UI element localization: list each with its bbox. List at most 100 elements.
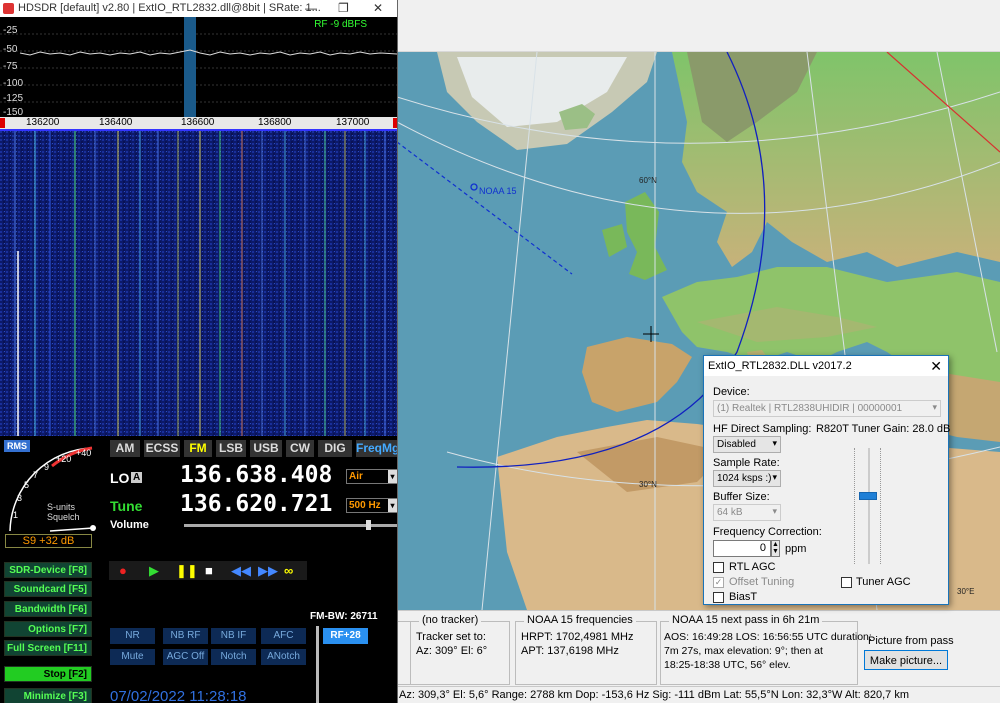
chevron-down-icon[interactable]: ▾ [388, 499, 397, 512]
chevron-down-icon[interactable]: ▾ [772, 472, 777, 483]
scroll-right-icon[interactable] [393, 118, 397, 128]
next-pass-line3: 18:25-18:38 UTC, 56° elev. [664, 659, 791, 671]
agc-button[interactable]: AGC Off [163, 649, 208, 665]
buffer-size-label: Buffer Size: [713, 491, 770, 503]
freq-manager-button[interactable]: FreqMgr [356, 440, 397, 457]
step-select[interactable]: 500 Hz ▾ [346, 498, 397, 513]
gain-ticks-right [880, 448, 881, 564]
chevron-down-icon[interactable]: ▾ [388, 470, 397, 483]
loop-icon[interactable]: ∞ [284, 563, 293, 578]
bandwidth-button[interactable]: Bandwidth [F6] [4, 601, 92, 617]
soundcard-button[interactable]: Soundcard [F5] [4, 581, 92, 597]
lo-frequency[interactable]: 136.638.408 [180, 462, 332, 488]
spectrum-level-label: -25 [3, 25, 18, 36]
play-icon[interactable]: ▶ [149, 563, 159, 579]
rtl-agc-checkbox[interactable] [713, 562, 724, 573]
full-screen-button[interactable]: Full Screen [F11] [4, 640, 92, 656]
mode-usb-button[interactable]: USB [250, 440, 282, 457]
make-picture-button[interactable]: Make picture... [864, 650, 948, 670]
nr-button[interactable]: NR [110, 628, 155, 644]
waterfall-display[interactable] [0, 131, 397, 436]
nb-rf-button[interactable]: NB RF [163, 628, 208, 644]
freq-tick-label: 136200 [26, 117, 60, 128]
biast-checkbox[interactable] [713, 592, 724, 603]
hdsdr-title: HDSDR [default] v2.80 | ExtIO_RTL2832.dl… [18, 2, 321, 14]
lo-label: LO [110, 470, 130, 486]
sdr-device-button[interactable]: SDR-Device [F8] [4, 562, 92, 578]
spectrum-trace [0, 17, 397, 117]
offset-tuning-checkbox[interactable]: ✓ [713, 577, 724, 588]
close-icon[interactable]: ✕ [373, 1, 383, 15]
fm-bandwidth-readout: FM-BW: 26711 [310, 611, 378, 622]
record-icon[interactable]: ● [119, 563, 127, 578]
step-value: 500 Hz [349, 500, 381, 511]
mode-cw-button[interactable]: CW [286, 440, 314, 457]
frequency-correction-label: Frequency Correction: [713, 526, 822, 538]
spectrum-display[interactable]: -25 -50 -75 -100 -125 -150 [0, 17, 397, 118]
s-meter-reading: S9 +32 dB [5, 534, 92, 548]
stop-icon[interactable]: ■ [205, 563, 213, 578]
pause-icon[interactable]: ❚❚ [176, 563, 198, 579]
buffer-size-select[interactable]: 64 kB ▾ [713, 504, 781, 521]
next-pass-box: NOAA 15 next pass in 6h 21m AOS: 16:49:2… [660, 614, 872, 685]
tune-frequency[interactable]: 136.620.721 [180, 491, 332, 517]
spectrum-level-label: -75 [3, 61, 18, 72]
stop-button[interactable]: Stop [F2] [4, 666, 92, 682]
anotch-button[interactable]: ANotch [261, 649, 306, 665]
device-value: (1) Realtek | RTL2838UHIDIR | 00000001 [717, 403, 903, 414]
band-select[interactable]: Air ▾ [346, 469, 397, 484]
correction-spinner[interactable]: ▲ ▼ [771, 540, 780, 557]
volume-slider-handle[interactable] [366, 520, 371, 530]
minimize-button[interactable]: Minimize [F3] [4, 688, 92, 703]
info-box-stub [397, 621, 411, 685]
device-label: Device: [713, 386, 750, 398]
lo-vfo-badge[interactable]: A [131, 472, 143, 483]
frequency-axis[interactable]: 136200 136400 136600 136800 137000 [0, 117, 397, 129]
maximize-icon[interactable]: ❐ [338, 1, 349, 15]
picture-label: Picture from pass [868, 635, 954, 647]
afc-button[interactable]: AFC [261, 628, 306, 644]
chevron-down-icon[interactable]: ▾ [932, 402, 937, 413]
next-pass-line1: AOS: 16:49:28 LOS: 16:56:55 UTC duration… [664, 631, 872, 643]
close-icon[interactable]: ✕ [930, 358, 942, 375]
s-meter: RMS 1 3 5 7 9 +20 +40 S-units Squelch S9… [0, 436, 104, 554]
fm-bandwidth-slider[interactable] [316, 626, 319, 703]
tuner-gain-slider-track[interactable] [868, 448, 870, 564]
frequency-correction-input[interactable]: 0 [713, 540, 771, 557]
lat-30-label: 30°N [639, 480, 657, 489]
options-button[interactable]: Options [F7] [4, 621, 92, 637]
chevron-down-icon[interactable]: ▾ [772, 438, 777, 449]
scroll-left-icon[interactable] [0, 118, 5, 128]
minimize-icon[interactable]: — [305, 1, 317, 15]
tracker-line1: Tracker set to: [416, 631, 486, 643]
hf-direct-sampling-value: Disabled [717, 439, 756, 450]
hf-direct-sampling-select[interactable]: Disabled ▾ [713, 436, 781, 453]
nb-if-button[interactable]: NB IF [211, 628, 256, 644]
extio-settings-dialog: ExtIO_RTL2832.DLL v2017.2 ✕ Device: (1) … [703, 355, 950, 605]
satellite-label[interactable]: NOAA 15 [479, 186, 517, 196]
gain-ticks-left [854, 448, 855, 564]
fast-forward-icon[interactable]: ▶▶ [258, 563, 278, 579]
mode-dig-button[interactable]: DIG [318, 440, 352, 457]
mode-am-button[interactable]: AM [110, 440, 140, 457]
tuner-agc-checkbox[interactable] [841, 577, 852, 588]
notch-button[interactable]: Notch [211, 649, 256, 665]
band-value: Air [349, 471, 363, 482]
mode-lsb-button[interactable]: LSB [216, 440, 246, 457]
spectrum-level-label: -50 [3, 44, 18, 55]
chevron-down-icon[interactable]: ▾ [772, 506, 777, 517]
mode-fm-button[interactable]: FM [184, 440, 212, 457]
tracker-title: (no tracker) [419, 614, 482, 626]
recorder-controls: ● ▶ ❚❚ ■ ◀◀ ▶▶ ∞ [109, 561, 307, 580]
mode-ecss-button[interactable]: ECSS [144, 440, 180, 457]
s-scale-label: +20 [56, 454, 72, 464]
s-scale-label: 5 [24, 480, 30, 490]
rf-boost-button[interactable]: RF+28 [323, 628, 368, 644]
sample-rate-select[interactable]: 1024 ksps :) ▾ [713, 470, 781, 487]
rewind-icon[interactable]: ◀◀ [231, 563, 251, 579]
device-select[interactable]: (1) Realtek | RTL2838UHIDIR | 00000001 ▾ [713, 400, 941, 417]
spectrum-level-label: -125 [3, 93, 24, 104]
tuner-gain-slider-handle[interactable] [859, 492, 877, 500]
buffer-size-value: 64 kB [717, 507, 743, 518]
mute-button[interactable]: Mute [110, 649, 155, 665]
